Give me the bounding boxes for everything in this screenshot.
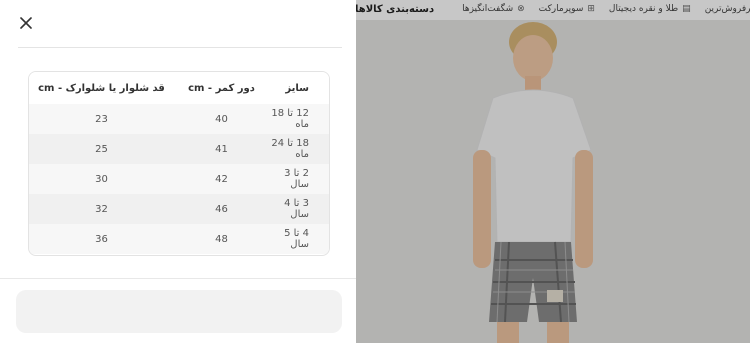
table-row: 3 تا 4 سال 46 32 bbox=[29, 194, 329, 224]
table-row: 4 تا 5 سال 48 36 bbox=[29, 224, 329, 254]
cell-size: 12 تا 18 ماه bbox=[269, 104, 329, 134]
close-icon bbox=[20, 17, 32, 29]
cell-waist: 41 bbox=[174, 134, 269, 164]
table-row: 18 تا 24 ماه 41 25 bbox=[29, 134, 329, 164]
cell-size: 2 تا 3 سال bbox=[269, 164, 329, 194]
table-row: 2 تا 3 سال 42 30 bbox=[29, 164, 329, 194]
cell-length: 36 bbox=[29, 224, 174, 254]
size-guide-modal: سایز دور کمر - cm قد شلوار یا شلوارک - c… bbox=[0, 0, 356, 343]
cell-length: 25 bbox=[29, 134, 174, 164]
cell-length: 23 bbox=[29, 104, 174, 134]
footer-divider bbox=[0, 278, 356, 279]
cell-size: 18 تا 24 ماه bbox=[269, 134, 329, 164]
size-table: سایز دور کمر - cm قد شلوار یا شلوارک - c… bbox=[29, 72, 329, 254]
cell-size: 3 تا 4 سال bbox=[269, 194, 329, 224]
close-button[interactable] bbox=[18, 15, 34, 31]
cell-size: 4 تا 5 سال bbox=[269, 224, 329, 254]
header-size: سایز bbox=[269, 72, 329, 104]
cell-waist: 40 bbox=[174, 104, 269, 134]
table-row: 12 تا 18 ماه 40 23 bbox=[29, 104, 329, 134]
cell-length: 32 bbox=[29, 194, 174, 224]
header-length: قد شلوار یا شلوارک - cm bbox=[29, 72, 174, 104]
header-waist: دور کمر - cm bbox=[174, 72, 269, 104]
cell-waist: 48 bbox=[174, 224, 269, 254]
table-header-row: سایز دور کمر - cm قد شلوار یا شلوارک - c… bbox=[29, 72, 329, 104]
footer-button[interactable] bbox=[16, 290, 342, 333]
cell-waist: 42 bbox=[174, 164, 269, 194]
cell-length: 30 bbox=[29, 164, 174, 194]
size-table-container: سایز دور کمر - cm قد شلوار یا شلوارک - c… bbox=[28, 71, 330, 256]
header-divider bbox=[18, 47, 342, 48]
cell-waist: 46 bbox=[174, 194, 269, 224]
